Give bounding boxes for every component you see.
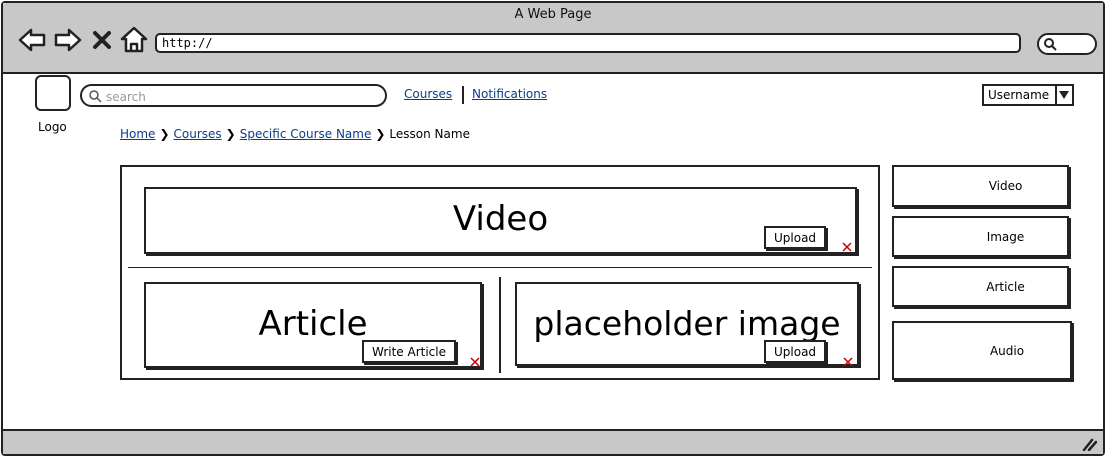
breadcrumb-home[interactable]: Home	[120, 127, 155, 141]
add-audio-button[interactable]: Audio	[892, 321, 1072, 380]
browser-titlebar: A Web Page http://	[3, 3, 1103, 74]
add-video-button[interactable]: Video	[892, 165, 1069, 207]
video-section: Video Upload	[144, 187, 857, 254]
search-icon	[89, 90, 102, 103]
window-title: A Web Page	[514, 7, 592, 22]
chevron-right-icon: ❯	[225, 127, 236, 141]
add-audio-label: Audio	[989, 343, 1025, 358]
image-section: placeholder image Upload	[515, 282, 859, 367]
add-image-label: Image	[986, 229, 1025, 244]
logo[interactable]	[35, 75, 71, 111]
add-video-label: Video	[988, 179, 1023, 193]
username-label: Username	[988, 88, 1050, 102]
username-dropdown[interactable]: Username	[982, 84, 1074, 106]
add-article-button[interactable]: Article	[892, 266, 1069, 307]
lesson-editor: Video Upload Article Write Article place…	[120, 165, 880, 380]
breadcrumb-current: Lesson Name	[389, 127, 470, 141]
add-article-label: Article	[986, 279, 1025, 294]
nav-link-separator	[462, 86, 464, 104]
chevron-right-icon: ❯	[159, 127, 170, 141]
search-input[interactable]	[104, 87, 378, 106]
write-article-button[interactable]: Write Article	[362, 340, 456, 363]
image-upload-button[interactable]: Upload	[764, 340, 827, 363]
article-section: Article Write Article	[144, 282, 482, 368]
article-section-title: Article	[258, 304, 368, 344]
section-divider	[128, 267, 872, 268]
nav-link-courses[interactable]: Courses	[404, 87, 452, 101]
video-section-title: Video	[452, 199, 549, 239]
remove-article-icon[interactable]	[470, 352, 480, 367]
dropdown-toggle[interactable]	[1055, 86, 1072, 104]
add-image-button[interactable]: Image	[892, 216, 1069, 257]
remove-video-icon[interactable]	[842, 237, 852, 252]
home-icon[interactable]	[119, 25, 149, 55]
column-divider	[499, 277, 501, 373]
chevron-right-icon: ❯	[375, 127, 386, 141]
url-bar[interactable]: http://	[155, 33, 1021, 53]
resize-grip-icon[interactable]	[1081, 435, 1097, 451]
site-search[interactable]	[80, 84, 387, 107]
forward-icon[interactable]	[53, 25, 83, 55]
nav-link-notifications[interactable]: Notifications	[472, 87, 547, 101]
search-icon	[1044, 38, 1057, 51]
back-icon[interactable]	[17, 25, 47, 55]
browser-search-field[interactable]	[1037, 33, 1097, 55]
stop-icon[interactable]	[91, 25, 113, 55]
video-upload-button[interactable]: Upload	[764, 226, 827, 249]
caret-down-icon	[1059, 91, 1069, 99]
breadcrumb-course[interactable]: Specific Course Name	[240, 127, 372, 141]
breadcrumb: Home ❯ Courses ❯ Specific Course Name ❯ Lesson…	[120, 127, 470, 141]
breadcrumb-courses[interactable]: Courses	[174, 127, 222, 141]
logo-label: Logo	[38, 120, 67, 134]
image-section-title: placeholder image	[533, 304, 841, 343]
remove-image-icon[interactable]	[843, 352, 853, 367]
browser-statusbar	[3, 429, 1103, 454]
